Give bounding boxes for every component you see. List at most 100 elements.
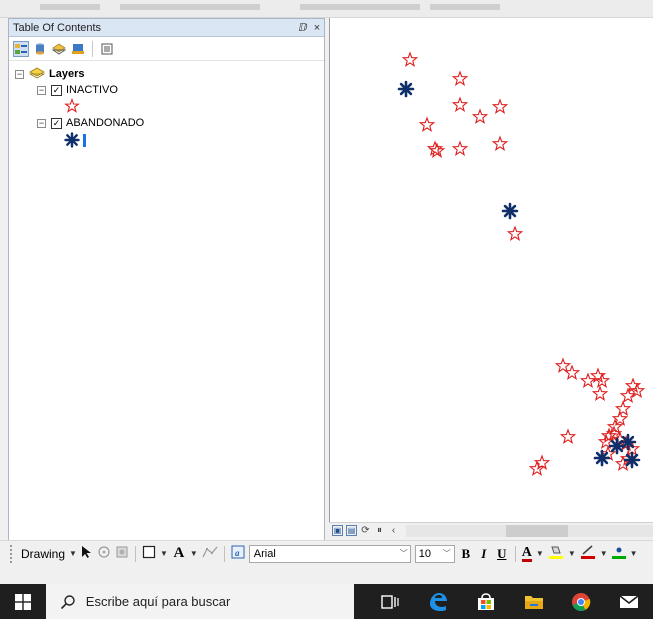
data-view-icon[interactable]: ▣ [332,525,343,536]
horizontal-scrollbar[interactable] [406,524,653,537]
collapse-icon[interactable]: − [15,69,24,79]
collapse-icon[interactable]: − [37,118,46,128]
layer-row-inactivo[interactable]: − ✓ INACTIVO [37,82,118,98]
marker-color-icon[interactable] [611,544,626,563]
toolbar-separator [514,545,516,562]
edge-icon[interactable] [414,584,462,619]
inactivo-point[interactable] [554,357,572,373]
pause-icon[interactable]: ⏸ [374,525,385,536]
windows-start-button[interactable] [0,584,46,619]
toolbar-grip[interactable] [10,544,13,563]
list-by-source-icon[interactable] [32,41,48,57]
windows-taskbar: Escribe aquí para buscar [0,584,653,619]
legend-symbol-inactivo [64,98,80,114]
inactivo-point[interactable] [451,70,469,86]
chevron-down-icon[interactable]: ▼ [69,549,77,558]
new-text-icon[interactable]: A [172,545,186,562]
list-by-drawing-order-icon[interactable] [13,40,29,57]
inactivo-point[interactable] [471,108,489,124]
font-name-value: Arial [253,547,276,560]
abandonado-point[interactable] [501,202,519,220]
map-view-bar: ▣ ▤ ⟳ ⏸ ‹ [329,522,653,538]
chevron-down-icon[interactable]: ▼ [536,549,544,558]
pin-icon[interactable]: ⅅ [296,21,310,34]
inactivo-point[interactable] [491,135,509,151]
options-icon[interactable] [99,41,115,57]
font-color-button[interactable]: A [521,545,532,562]
layers-folder-icon [28,67,46,82]
edit-vertices-icon[interactable] [202,545,218,562]
file-explorer-icon[interactable] [510,584,558,619]
task-view-icon[interactable] [366,584,414,619]
toolbar-separator [134,545,136,562]
scroll-left-icon[interactable]: ‹ [388,525,399,536]
select-elements-icon[interactable] [81,545,93,562]
chevron-down-icon[interactable]: ▼ [630,549,638,558]
zoom-whole-page-icon[interactable] [115,545,129,562]
chrome-icon[interactable] [557,584,605,619]
abandonado-point[interactable] [593,449,611,467]
store-icon[interactable] [462,584,510,619]
toolbar-separator [92,40,93,57]
refresh-icon[interactable]: ⟳ [360,525,371,536]
layers-group-label: Layers [49,68,85,80]
inactivo-point[interactable] [563,364,581,380]
inactivo-point[interactable] [559,428,577,444]
bold-button[interactable]: B [459,546,473,562]
inactivo-point[interactable] [614,400,632,416]
list-by-visibility-icon[interactable] [51,41,67,57]
navy-asterisk-icon [64,132,80,148]
italic-button[interactable]: I [477,546,491,562]
chevron-down-icon[interactable]: ▼ [568,549,576,558]
layers-group-row[interactable]: − Layers [15,66,84,82]
toc-title: Table Of Contents [13,21,102,34]
abandonado-point[interactable] [397,80,415,98]
map-display[interactable] [329,18,653,522]
layer-visibility-checkbox[interactable]: ✓ [51,117,62,129]
chevron-down-icon[interactable]: ▼ [600,549,608,558]
chevron-down-icon[interactable]: ▼ [160,549,168,558]
status-bar [0,566,653,584]
windows-logo-icon [14,593,31,610]
rectangle-tool-icon[interactable] [142,545,156,562]
inactivo-point[interactable] [451,96,469,112]
collapse-icon[interactable]: − [37,85,46,95]
taskbar-search-box[interactable]: Escribe aquí para buscar [45,584,355,619]
inactivo-point[interactable] [528,460,546,476]
inactivo-point[interactable] [491,98,509,114]
list-by-selection-icon[interactable] [70,41,86,57]
drawing-toolbar: Drawing ▼ ▼ A ▼ a Arial ﹀ 10 ﹀ B I U A ▼… [0,540,653,566]
layer-row-abandonado[interactable]: − ✓ ABANDONADO [37,115,144,131]
inactivo-point[interactable] [451,140,469,156]
inactivo-point[interactable] [401,51,419,67]
chevron-down-icon[interactable]: ﹀ [398,548,410,559]
chevron-down-icon[interactable]: ▼ [190,549,198,558]
text-cursor [83,133,86,147]
fill-color-icon[interactable] [548,544,564,563]
chevron-down-icon[interactable]: ﹀ [443,548,454,559]
font-size-select[interactable]: 10 ﹀ [414,544,455,563]
inactivo-point[interactable] [591,385,609,401]
rotate-icon[interactable] [97,545,111,562]
inactivo-point[interactable] [506,225,524,241]
mail-icon[interactable] [605,584,653,619]
inactivo-point[interactable] [579,372,597,388]
map-canvas[interactable] [330,18,653,522]
line-color-icon[interactable] [580,544,596,563]
abandonado-point[interactable] [623,451,641,469]
underline-button[interactable]: U [495,546,509,562]
top-toolbar-strip [0,0,653,18]
toolbar-separator [223,545,225,562]
toc-title-bar: Table Of Contents ⅅ × [9,19,324,37]
abandonado-point[interactable] [619,433,637,451]
text-symbol-icon[interactable]: a [231,545,245,562]
layer-visibility-checkbox[interactable]: ✓ [51,84,62,96]
layout-view-icon[interactable]: ▤ [346,525,357,536]
scrollbar-thumb[interactable] [506,524,568,537]
font-name-select[interactable]: Arial ﹀ [248,544,411,563]
close-icon[interactable]: × [310,22,324,34]
inactivo-point[interactable] [418,116,436,132]
font-size-value: 10 [418,547,432,560]
drawing-menu[interactable]: Drawing [21,547,65,561]
legend-symbol-abandonado [64,132,86,148]
